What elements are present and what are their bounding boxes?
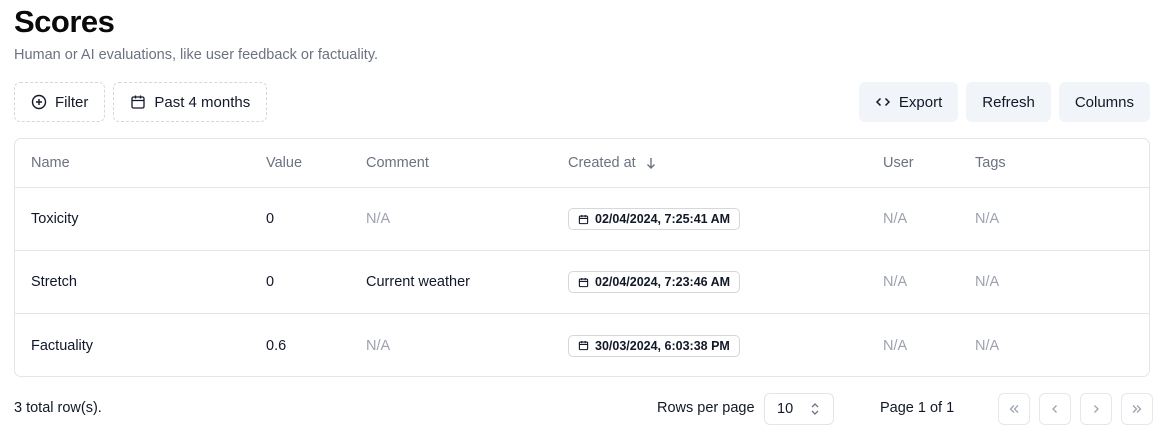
page-title: Scores — [14, 4, 115, 39]
cell-value: 0 — [266, 274, 275, 290]
cell-value: 0.6 — [266, 337, 287, 354]
date-badge-text: 02/04/2024, 7:23:46 AM — [595, 275, 731, 289]
table-row[interactable]: Stretch 0 Current weather 02/04/2024, 7:… — [15, 251, 1149, 314]
column-header-label: User — [883, 155, 914, 171]
date-badge-text: 02/04/2024, 7:25:41 AM — [595, 212, 731, 226]
column-header-label: Tags — [975, 155, 1006, 171]
chevron-right-icon — [1089, 402, 1103, 416]
chevron-left-icon — [1048, 402, 1062, 416]
cell-created-at: 30/03/2024, 6:03:38 PM — [568, 334, 740, 357]
calendar-icon — [578, 214, 589, 225]
previous-page-button[interactable] — [1039, 393, 1071, 425]
chevrons-up-down-icon — [809, 402, 821, 416]
column-header-value[interactable]: Value — [266, 155, 302, 171]
cell-created-at: 02/04/2024, 7:23:46 AM — [568, 271, 741, 293]
date-badge: 02/04/2024, 7:23:46 AM — [568, 271, 741, 293]
cell-name: Toxicity — [31, 211, 79, 227]
column-header-label: Comment — [366, 155, 429, 171]
page-subtitle: Human or AI evaluations, like user feedb… — [14, 47, 379, 63]
toolbar-right: Export Refresh Columns — [858, 82, 1150, 122]
table-row[interactable]: Toxicity 0 N/A 02/04/2024, 7:25:41 AM N/… — [15, 188, 1149, 251]
arrow-down-icon — [644, 156, 658, 170]
cell-comment: Current weather — [366, 274, 470, 290]
column-header-user[interactable]: User — [883, 155, 914, 171]
cell-created-at: 02/04/2024, 7:25:41 AM — [568, 208, 741, 230]
page-indicator: Page 1 of 1 — [880, 400, 955, 416]
calendar-icon — [578, 277, 589, 288]
cell-user: N/A — [883, 274, 908, 290]
columns-button[interactable]: Columns — [1058, 82, 1150, 122]
column-header-label: Name — [31, 155, 70, 171]
pagination — [998, 393, 1153, 425]
column-header-comment[interactable]: Comment — [366, 155, 429, 171]
refresh-button[interactable]: Refresh — [966, 82, 1051, 122]
next-page-button[interactable] — [1080, 393, 1112, 425]
cell-user: N/A — [883, 337, 908, 354]
column-header-created-at[interactable]: Created at — [568, 155, 658, 171]
cell-value: 0 — [266, 211, 275, 227]
date-range-button[interactable]: Past 4 months — [113, 82, 268, 122]
cell-tags: N/A — [975, 211, 1000, 227]
code-icon — [875, 94, 891, 110]
calendar-icon — [130, 94, 146, 110]
date-badge-text: 30/03/2024, 6:03:38 PM — [595, 338, 730, 353]
total-rows-count: 3 total row(s). — [14, 400, 102, 416]
date-badge: 30/03/2024, 6:03:38 PM — [568, 334, 740, 357]
table-row[interactable]: Factuality 0.6 N/A 30/03/2024, 6:03:38 P… — [15, 314, 1149, 376]
calendar-icon — [578, 340, 589, 351]
cell-tags: N/A — [975, 274, 1000, 290]
chevrons-right-icon — [1130, 402, 1144, 416]
date-badge: 02/04/2024, 7:25:41 AM — [568, 208, 741, 230]
cell-name: Stretch — [31, 274, 77, 290]
cell-tags: N/A — [975, 337, 1000, 354]
toolbar-left: Filter Past 4 months — [14, 82, 268, 122]
chevrons-left-icon — [1007, 402, 1021, 416]
export-button-label: Export — [898, 93, 943, 111]
cell-user: N/A — [883, 211, 908, 227]
scores-table: Name Value Comment Created at User Tags … — [14, 138, 1150, 377]
cell-comment: N/A — [366, 211, 391, 227]
filter-button-label: Filter — [55, 93, 89, 111]
rows-per-page-label: Rows per page — [657, 400, 755, 416]
export-button[interactable]: Export — [858, 82, 959, 122]
column-header-name[interactable]: Name — [31, 155, 70, 171]
first-page-button[interactable] — [998, 393, 1030, 425]
cell-comment: N/A — [366, 337, 391, 354]
column-header-label: Created at — [568, 155, 636, 171]
column-header-tags[interactable]: Tags — [975, 155, 1006, 171]
refresh-button-label: Refresh — [982, 93, 1035, 111]
columns-button-label: Columns — [1074, 93, 1134, 111]
plus-circle-icon — [31, 94, 47, 110]
column-header-label: Value — [266, 155, 303, 171]
rows-per-page-select[interactable]: 10 — [764, 393, 834, 425]
date-range-label: Past 4 months — [154, 93, 251, 111]
last-page-button[interactable] — [1121, 393, 1153, 425]
rows-per-page-value: 10 — [777, 401, 794, 417]
filter-button[interactable]: Filter — [14, 82, 106, 122]
cell-name: Factuality — [31, 337, 94, 354]
table-header-row: Name Value Comment Created at User Tags — [15, 139, 1149, 188]
